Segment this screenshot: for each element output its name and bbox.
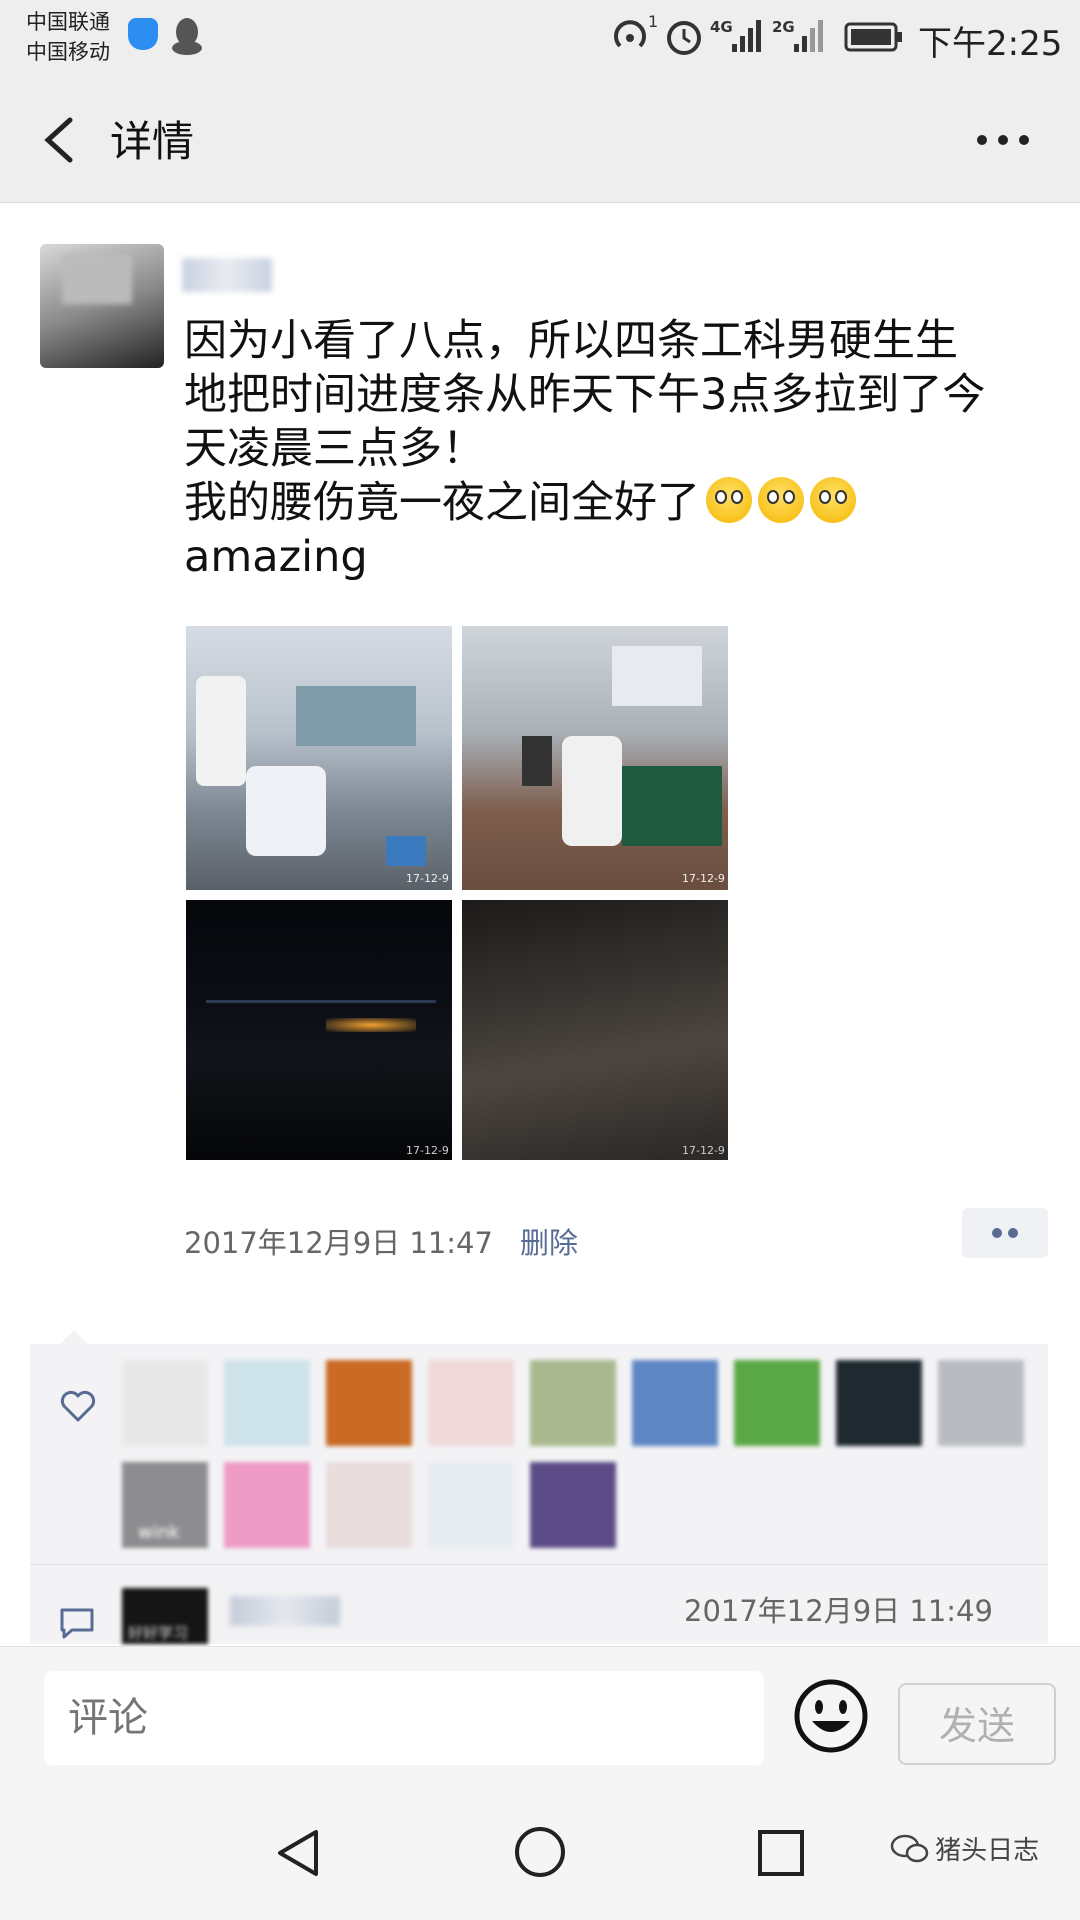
nav-back-button[interactable] (272, 1826, 326, 1884)
wechat-icon (890, 1834, 929, 1862)
square-recents-icon (758, 1830, 804, 1876)
heart-icon (58, 1386, 98, 1430)
qq-penguin-icon (170, 16, 204, 60)
signal-icon-1 (730, 16, 766, 58)
watermark: 猪头日志 (890, 1830, 1039, 1867)
comment-timestamp: 2017年12月9日 11:49 (684, 1594, 993, 1628)
alarm-icon (664, 16, 704, 62)
avatar-caption: 好好学习 (128, 1624, 189, 1642)
send-button[interactable]: 发送 (898, 1683, 1056, 1765)
liker-avatar[interactable] (530, 1462, 616, 1548)
liker-avatar[interactable] (326, 1462, 412, 1548)
nav-recents-button[interactable] (756, 1828, 806, 1882)
post-line: 我的腰伤竟一夜之间全好了 (184, 476, 1044, 530)
flushed-emoji-icon (758, 477, 804, 523)
post-photo-1[interactable]: 17-12-9 (186, 626, 452, 890)
photo-date-stamp: 17-12-9 (406, 1144, 449, 1157)
liker-avatar[interactable] (938, 1360, 1024, 1446)
liker-avatar[interactable] (836, 1360, 922, 1446)
comment-bar: 发送 (0, 1646, 1080, 1787)
navigation-bar: 猪头日志 (0, 1786, 1080, 1920)
battery-icon (844, 22, 904, 56)
clock: 下午2:25 (918, 24, 1063, 64)
delete-link[interactable]: 删除 (520, 1220, 578, 1262)
signal-icon-2 (792, 16, 828, 58)
flushed-emoji-icon (706, 477, 752, 523)
hotspot-icon (610, 16, 650, 60)
liker-avatar[interactable] (428, 1462, 514, 1548)
emoji-button[interactable] (792, 1677, 870, 1755)
flushed-emoji-icon (810, 477, 856, 523)
back-button[interactable] (30, 108, 90, 172)
post-line: 天凌晨三点多！ (184, 424, 485, 474)
post-line: 因为小看了八点，所以四条工科男硬生生 (184, 316, 958, 366)
title-bar: 详情 (0, 78, 1080, 203)
watermark-text: 猪头日志 (935, 1836, 1040, 1866)
liker-avatar[interactable] (224, 1360, 310, 1446)
shield-icon (128, 18, 158, 50)
liker-avatar[interactable] (122, 1360, 208, 1446)
post-text: 因为小看了八点，所以四条工科男硬生生 地把时间进度条从昨天下午3点多拉到了今 天… (184, 314, 1044, 584)
post-line: amazing (184, 532, 368, 582)
carrier-2: 中国移动 (26, 40, 110, 64)
liker-avatar[interactable] (326, 1360, 412, 1446)
status-bar: 中国联通 中国移动 1 4G 2G 下午2:25 (0, 0, 1080, 78)
hotspot-count: 1 (648, 12, 659, 31)
author-avatar[interactable] (40, 244, 164, 368)
liker-avatar[interactable] (632, 1360, 718, 1446)
liker-avatar[interactable]: wink (122, 1462, 208, 1548)
comment-action-button[interactable] (962, 1208, 1048, 1258)
two-dots-icon (992, 1228, 1018, 1238)
avatar-caption: wink (138, 1522, 180, 1543)
page-title: 详情 (110, 117, 195, 166)
carrier-1: 中国联通 (26, 10, 110, 34)
more-button[interactable] (968, 118, 1038, 162)
comment-input[interactable] (44, 1671, 764, 1765)
smiley-icon (794, 1679, 868, 1753)
liker-avatar[interactable] (530, 1360, 616, 1446)
author-name[interactable] (182, 258, 272, 292)
post-photo-3[interactable]: 17-12-9 (186, 900, 452, 1160)
commenter-avatar[interactable]: 好好学习 (122, 1588, 208, 1644)
triangle-back-icon (278, 1830, 318, 1876)
liker-avatar[interactable] (224, 1462, 310, 1548)
more-icon (977, 135, 1029, 145)
circle-home-icon (515, 1827, 565, 1877)
post-line: 地把时间进度条从昨天下午3点多拉到了今 (184, 370, 986, 420)
photo-date-stamp: 17-12-9 (406, 872, 449, 885)
liker-avatar[interactable] (428, 1360, 514, 1446)
commenter-name[interactable] (230, 1596, 340, 1626)
post-photo-2[interactable]: 17-12-9 (462, 626, 728, 890)
photo-date-stamp: 17-12-9 (682, 872, 725, 885)
post-timestamp: 2017年12月9日 11:47 (184, 1226, 493, 1260)
liker-avatar[interactable] (734, 1360, 820, 1446)
likes-comments-box: wink 好好学习 2017年12月9日 11:49 (30, 1330, 1048, 1644)
chevron-left-icon (44, 117, 73, 163)
post-photo-4[interactable]: 17-12-9 (462, 900, 728, 1160)
comment-icon (58, 1606, 96, 1644)
nav-home-button[interactable] (512, 1824, 568, 1884)
photo-date-stamp: 17-12-9 (682, 1144, 725, 1157)
